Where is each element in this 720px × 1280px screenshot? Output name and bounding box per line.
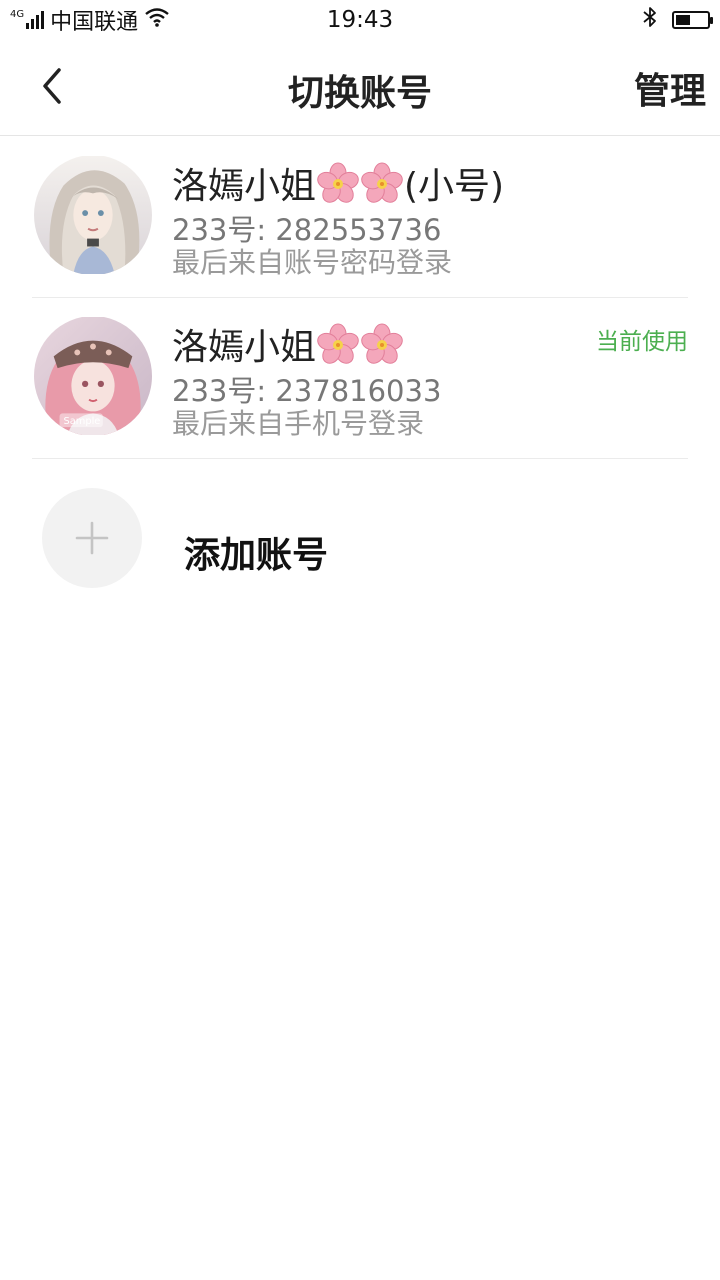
signal-icon [26, 11, 45, 29]
network-type: 4G [10, 8, 25, 20]
avatar [34, 155, 152, 275]
manage-button[interactable]: 管理 [634, 62, 706, 114]
battery-icon [672, 11, 713, 29]
battery-level [676, 15, 690, 25]
avatar-watermark: Sample [64, 416, 101, 427]
account-name-suffix: (小号) [404, 166, 505, 207]
nav-header: 切换账号 管理 [0, 40, 720, 136]
add-account-label: 添加账号 [184, 535, 329, 576]
account-name: 洛嫣小姐 [172, 318, 404, 370]
cherry-blossom-icon [360, 323, 404, 367]
cherry-blossom-icon [360, 162, 404, 206]
bluetooth-icon [642, 6, 658, 34]
status-left: 4G 中国联通 [10, 4, 170, 36]
avatar: Sample [34, 316, 152, 436]
cherry-blossom-icon [316, 323, 360, 367]
status-bar: 4G 中国联通 19:43 [0, 0, 720, 40]
account-item[interactable]: 洛嫣小姐 (小号) 233号: 282553736 最后来自账号密码登录 [32, 137, 688, 298]
add-account-circle[interactable] [42, 488, 142, 588]
page-title: 切换账号 [287, 73, 432, 114]
plus-icon [75, 521, 109, 555]
add-account-button[interactable]: 添加账号 [42, 488, 662, 590]
wifi-icon [144, 7, 170, 33]
account-name: 洛嫣小姐 (小号) [172, 157, 504, 209]
account-login-method: 最后来自账号密码登录 [172, 246, 453, 279]
status-right [642, 6, 713, 34]
carrier-name: 中国联通 [50, 10, 139, 35]
account-list: 洛嫣小姐 (小号) 233号: 282553736 最后来自账号密码登录 Sam… [32, 137, 688, 459]
account-item[interactable]: Sample 洛嫣小姐 233号: 237816033 最后来自手机号登录 当前… [32, 298, 688, 459]
cherry-blossom-icon [316, 162, 360, 206]
account-login-method: 最后来自手机号登录 [172, 407, 425, 440]
current-account-badge: 当前使用 [596, 329, 688, 355]
